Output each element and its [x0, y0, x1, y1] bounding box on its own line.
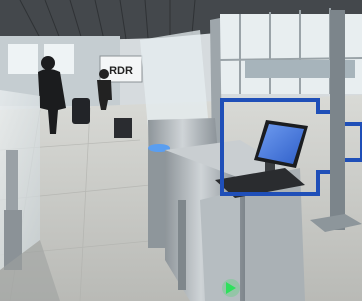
gate-flap-post — [178, 200, 186, 290]
right-pillar — [330, 10, 345, 230]
airport-egate-photo: RDR — [0, 0, 362, 301]
photo-canvas: RDR — [0, 0, 362, 301]
luggage — [114, 118, 132, 138]
sign-text: RDR — [109, 65, 133, 77]
